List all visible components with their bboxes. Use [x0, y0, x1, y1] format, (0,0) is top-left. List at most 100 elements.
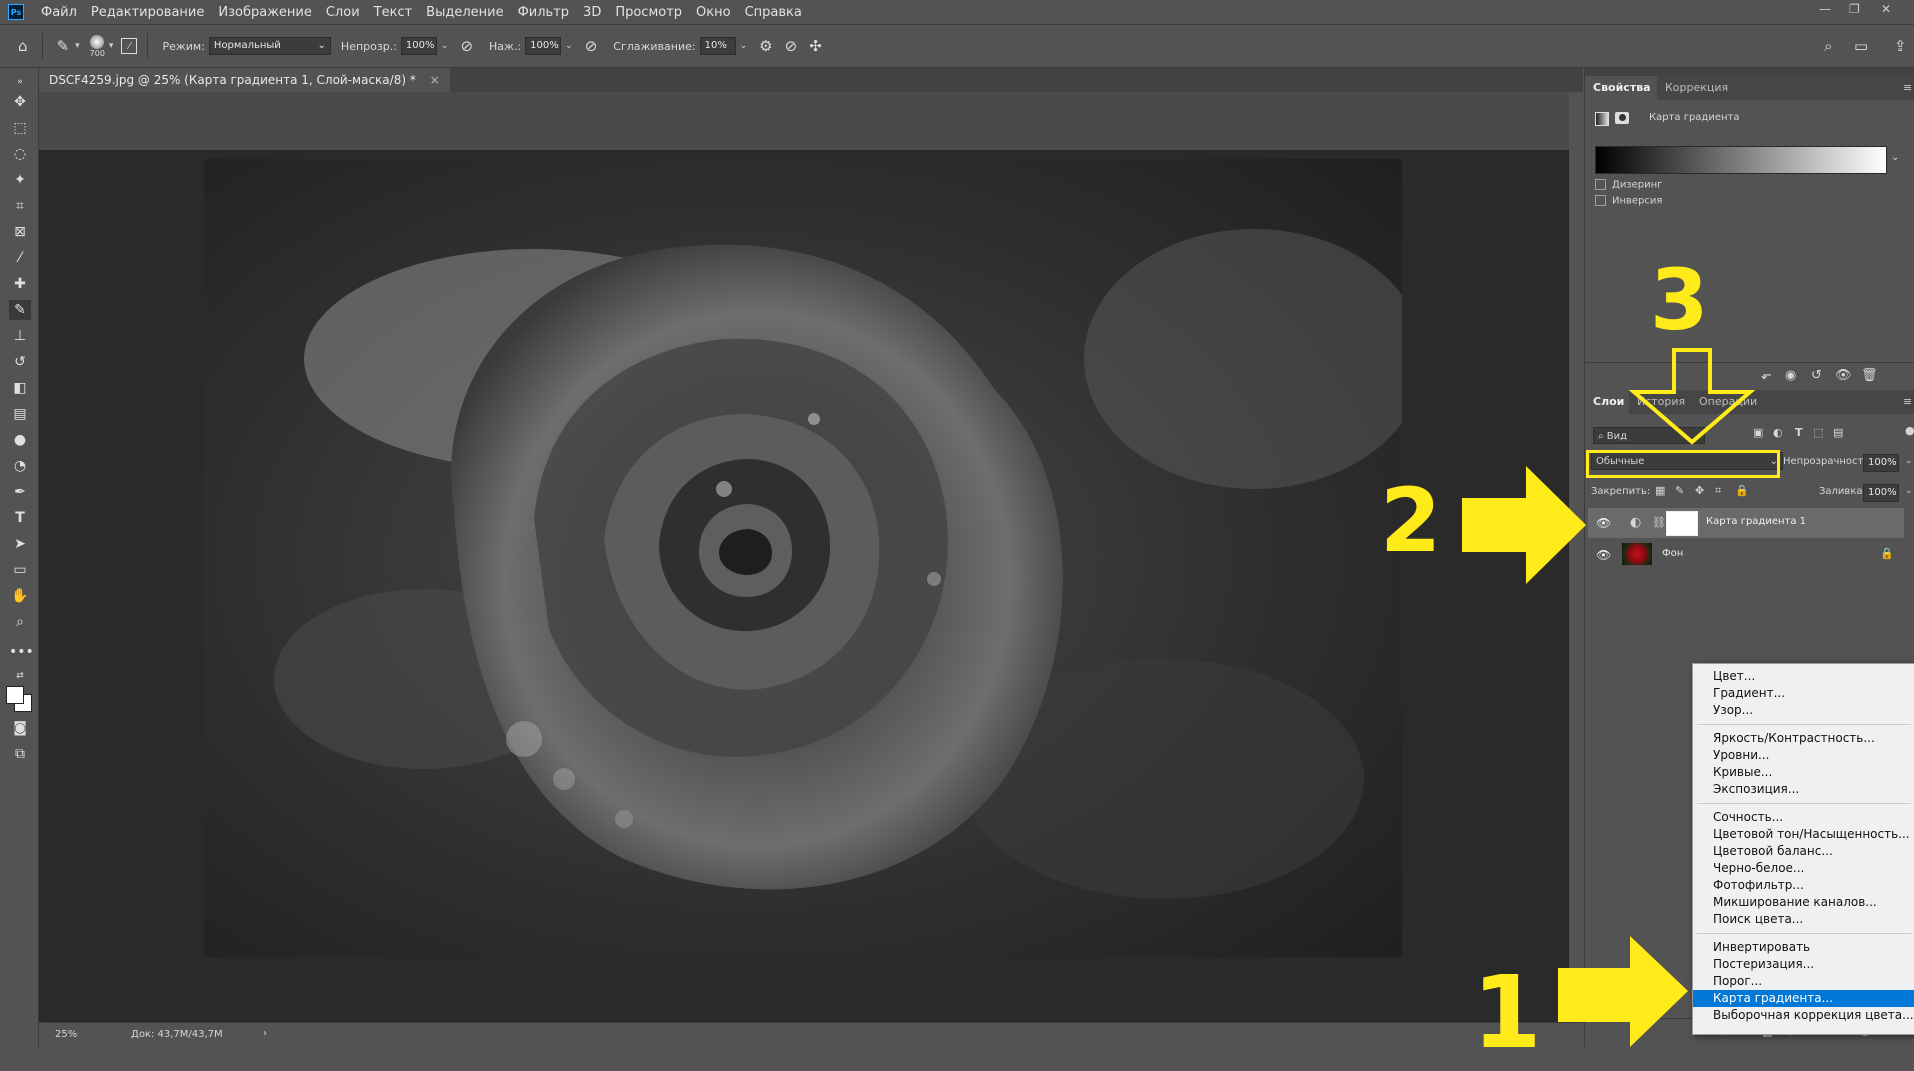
menu-select[interactable]: Выделение — [419, 5, 510, 20]
filter-toggle-icon[interactable]: ● — [1905, 424, 1914, 437]
eye-icon[interactable]: 👁 — [1596, 548, 1611, 562]
swap-colors-icon[interactable]: ⇄ — [9, 666, 31, 686]
menu-item-selective-color[interactable]: Выборочная коррекция цвета... — [1693, 1007, 1914, 1024]
brush-tool-icon[interactable]: ✎ — [9, 300, 31, 320]
layer-name[interactable]: Фон — [1662, 548, 1683, 559]
mode-select[interactable]: Нормальный ⌄ — [208, 37, 331, 55]
home-icon[interactable]: ⌂ — [18, 37, 28, 55]
menu-item-invert[interactable]: Инвертировать — [1693, 939, 1914, 956]
brush-preset-picker[interactable]: 700 — [90, 34, 105, 58]
eraser-tool-icon[interactable]: ◧ — [9, 378, 31, 398]
menu-item-gradient-map[interactable]: Карта градиента... — [1693, 990, 1914, 1007]
pressure-size-icon[interactable]: ⊘ — [785, 37, 798, 55]
search-icon[interactable]: ⌕ — [1824, 37, 1832, 55]
chevron-down-icon[interactable]: ⌄ — [565, 41, 573, 51]
chevron-down-icon[interactable]: ⌄ — [1905, 486, 1913, 496]
marquee-tool-icon[interactable]: ⬚ — [9, 118, 31, 138]
pen-tool-icon[interactable]: ✒ — [9, 482, 31, 502]
crop-tool-icon[interactable]: ⌗ — [9, 196, 31, 216]
zoom-tool-icon[interactable]: ⌕ — [9, 612, 31, 632]
layer-row-background[interactable]: 👁 Фон 🔒 — [1588, 540, 1904, 570]
eyedropper-tool-icon[interactable]: ⁄ — [9, 248, 31, 268]
view-previous-icon[interactable]: ◉ — [1785, 368, 1796, 383]
dither-option[interactable]: Дизеринг — [1595, 179, 1662, 191]
symmetry-icon[interactable]: ✣ — [809, 37, 822, 55]
lock-position-icon[interactable]: ✥ — [1695, 484, 1704, 497]
opacity-input[interactable]: 100% — [400, 37, 437, 55]
clone-stamp-tool-icon[interactable]: ⊥ — [9, 326, 31, 346]
eye-icon[interactable]: 👁 — [1596, 516, 1611, 530]
menu-item-photo-filter[interactable]: Фотофильтр... — [1693, 877, 1914, 894]
menu-edit[interactable]: Редактирование — [84, 5, 211, 20]
reset-icon[interactable]: ↺ — [1811, 368, 1822, 383]
quick-mask-icon[interactable]: ◙ — [9, 718, 31, 738]
filter-shape-icon[interactable]: ⬚ — [1813, 426, 1823, 439]
pressure-opacity-icon[interactable]: ⊘ — [460, 37, 473, 55]
menu-item-color-balance[interactable]: Цветовой баланс... — [1693, 843, 1914, 860]
screen-mode-icon[interactable]: ⧉ — [9, 744, 31, 764]
airbrush-icon[interactable]: ⊘ — [585, 37, 598, 55]
tab-adjustments[interactable]: Коррекция — [1657, 76, 1737, 100]
workspace-icon[interactable]: ▭ — [1854, 37, 1868, 55]
chevron-down-icon[interactable]: ⌄ — [740, 41, 748, 51]
restore-icon[interactable]: ❐ — [1849, 2, 1860, 16]
document-tab[interactable]: DSCF4259.jpg @ 25% (Карта градиента 1, С… — [39, 68, 450, 92]
gradient-tool-icon[interactable]: ▤ — [9, 404, 31, 424]
menu-item-levels[interactable]: Уровни... — [1693, 747, 1914, 764]
menu-item-channel-mixer[interactable]: Микширование каналов... — [1693, 894, 1914, 911]
tab-properties[interactable]: Свойства — [1585, 76, 1659, 100]
panel-menu-icon[interactable]: ≡ — [1903, 81, 1912, 94]
menu-layers[interactable]: Слои — [319, 5, 367, 20]
chevron-down-icon[interactable]: ▾ — [75, 41, 80, 51]
delete-icon[interactable]: 🗑 — [1861, 368, 1878, 383]
reverse-checkbox[interactable] — [1595, 195, 1606, 206]
gear-icon[interactable]: ⚙ — [759, 37, 772, 55]
menu-item-vibrance[interactable]: Сочность... — [1693, 809, 1914, 826]
fill-input[interactable]: 100% — [1863, 484, 1899, 502]
menu-item-pattern[interactable]: Узор... — [1693, 702, 1914, 719]
tab-layers[interactable]: Слои — [1585, 390, 1633, 414]
menu-type[interactable]: Текст — [367, 5, 420, 20]
menu-item-posterize[interactable]: Постеризация... — [1693, 956, 1914, 973]
lasso-tool-icon[interactable]: ◌ — [9, 144, 31, 164]
menu-view[interactable]: Просмотр — [608, 5, 689, 20]
menu-file[interactable]: Файл — [34, 5, 84, 20]
close-icon[interactable]: ✕ — [1881, 2, 1891, 16]
path-selection-tool-icon[interactable]: ➤ — [9, 534, 31, 554]
menu-image[interactable]: Изображение — [211, 5, 318, 20]
frame-tool-icon[interactable]: ⊠ — [9, 222, 31, 242]
filter-adjustment-icon[interactable]: ◐ — [1773, 426, 1783, 439]
mask-icon[interactable] — [1615, 112, 1629, 124]
dither-checkbox[interactable] — [1595, 179, 1606, 190]
menu-item-threshold[interactable]: Порог... — [1693, 973, 1914, 990]
chevron-down-icon[interactable]: ⌄ — [1891, 152, 1899, 163]
reverse-option[interactable]: Инверсия — [1595, 195, 1662, 207]
healing-brush-tool-icon[interactable]: ✚ — [9, 274, 31, 294]
chevron-right-icon[interactable]: › — [263, 1028, 267, 1039]
layer-opacity-input[interactable]: 100% — [1863, 454, 1899, 472]
pressure-input[interactable]: 100% — [525, 37, 562, 55]
brush-tool-icon[interactable]: ✎ — [57, 37, 70, 55]
link-icon[interactable]: ⛓ — [1652, 516, 1666, 529]
menu-item-exposure[interactable]: Экспозиция... — [1693, 781, 1914, 798]
smoothing-input[interactable]: 10% — [699, 37, 736, 55]
collapse-icon[interactable]: » — [9, 72, 31, 92]
close-tab-icon[interactable]: × — [430, 73, 440, 87]
lock-image-icon[interactable]: ✎ — [1675, 484, 1684, 497]
lock-transparent-icon[interactable]: ▦ — [1655, 484, 1665, 497]
hand-tool-icon[interactable]: ✋ — [9, 586, 31, 606]
rectangle-tool-icon[interactable]: ▭ — [9, 560, 31, 580]
menu-item-curves[interactable]: Кривые... — [1693, 764, 1914, 781]
menu-filter[interactable]: Фильтр — [511, 5, 576, 20]
menu-item-gradient[interactable]: Градиент... — [1693, 685, 1914, 702]
layer-thumbnail[interactable] — [1622, 543, 1652, 565]
layer-mask-thumbnail[interactable] — [1666, 511, 1698, 536]
menu-item-brightness-contrast[interactable]: Яркость/Контрастность... — [1693, 730, 1914, 747]
layer-name[interactable]: Карта градиента 1 — [1706, 516, 1806, 527]
chevron-down-icon[interactable]: ⌄ — [1905, 456, 1913, 466]
menu-item-hue-saturation[interactable]: Цветовой тон/Насыщенность... — [1693, 826, 1914, 843]
lock-all-icon[interactable]: 🔒 — [1735, 484, 1749, 497]
history-brush-tool-icon[interactable]: ↺ — [9, 352, 31, 372]
blur-tool-icon[interactable]: ● — [9, 430, 31, 450]
gradient-preview[interactable] — [1595, 146, 1887, 174]
